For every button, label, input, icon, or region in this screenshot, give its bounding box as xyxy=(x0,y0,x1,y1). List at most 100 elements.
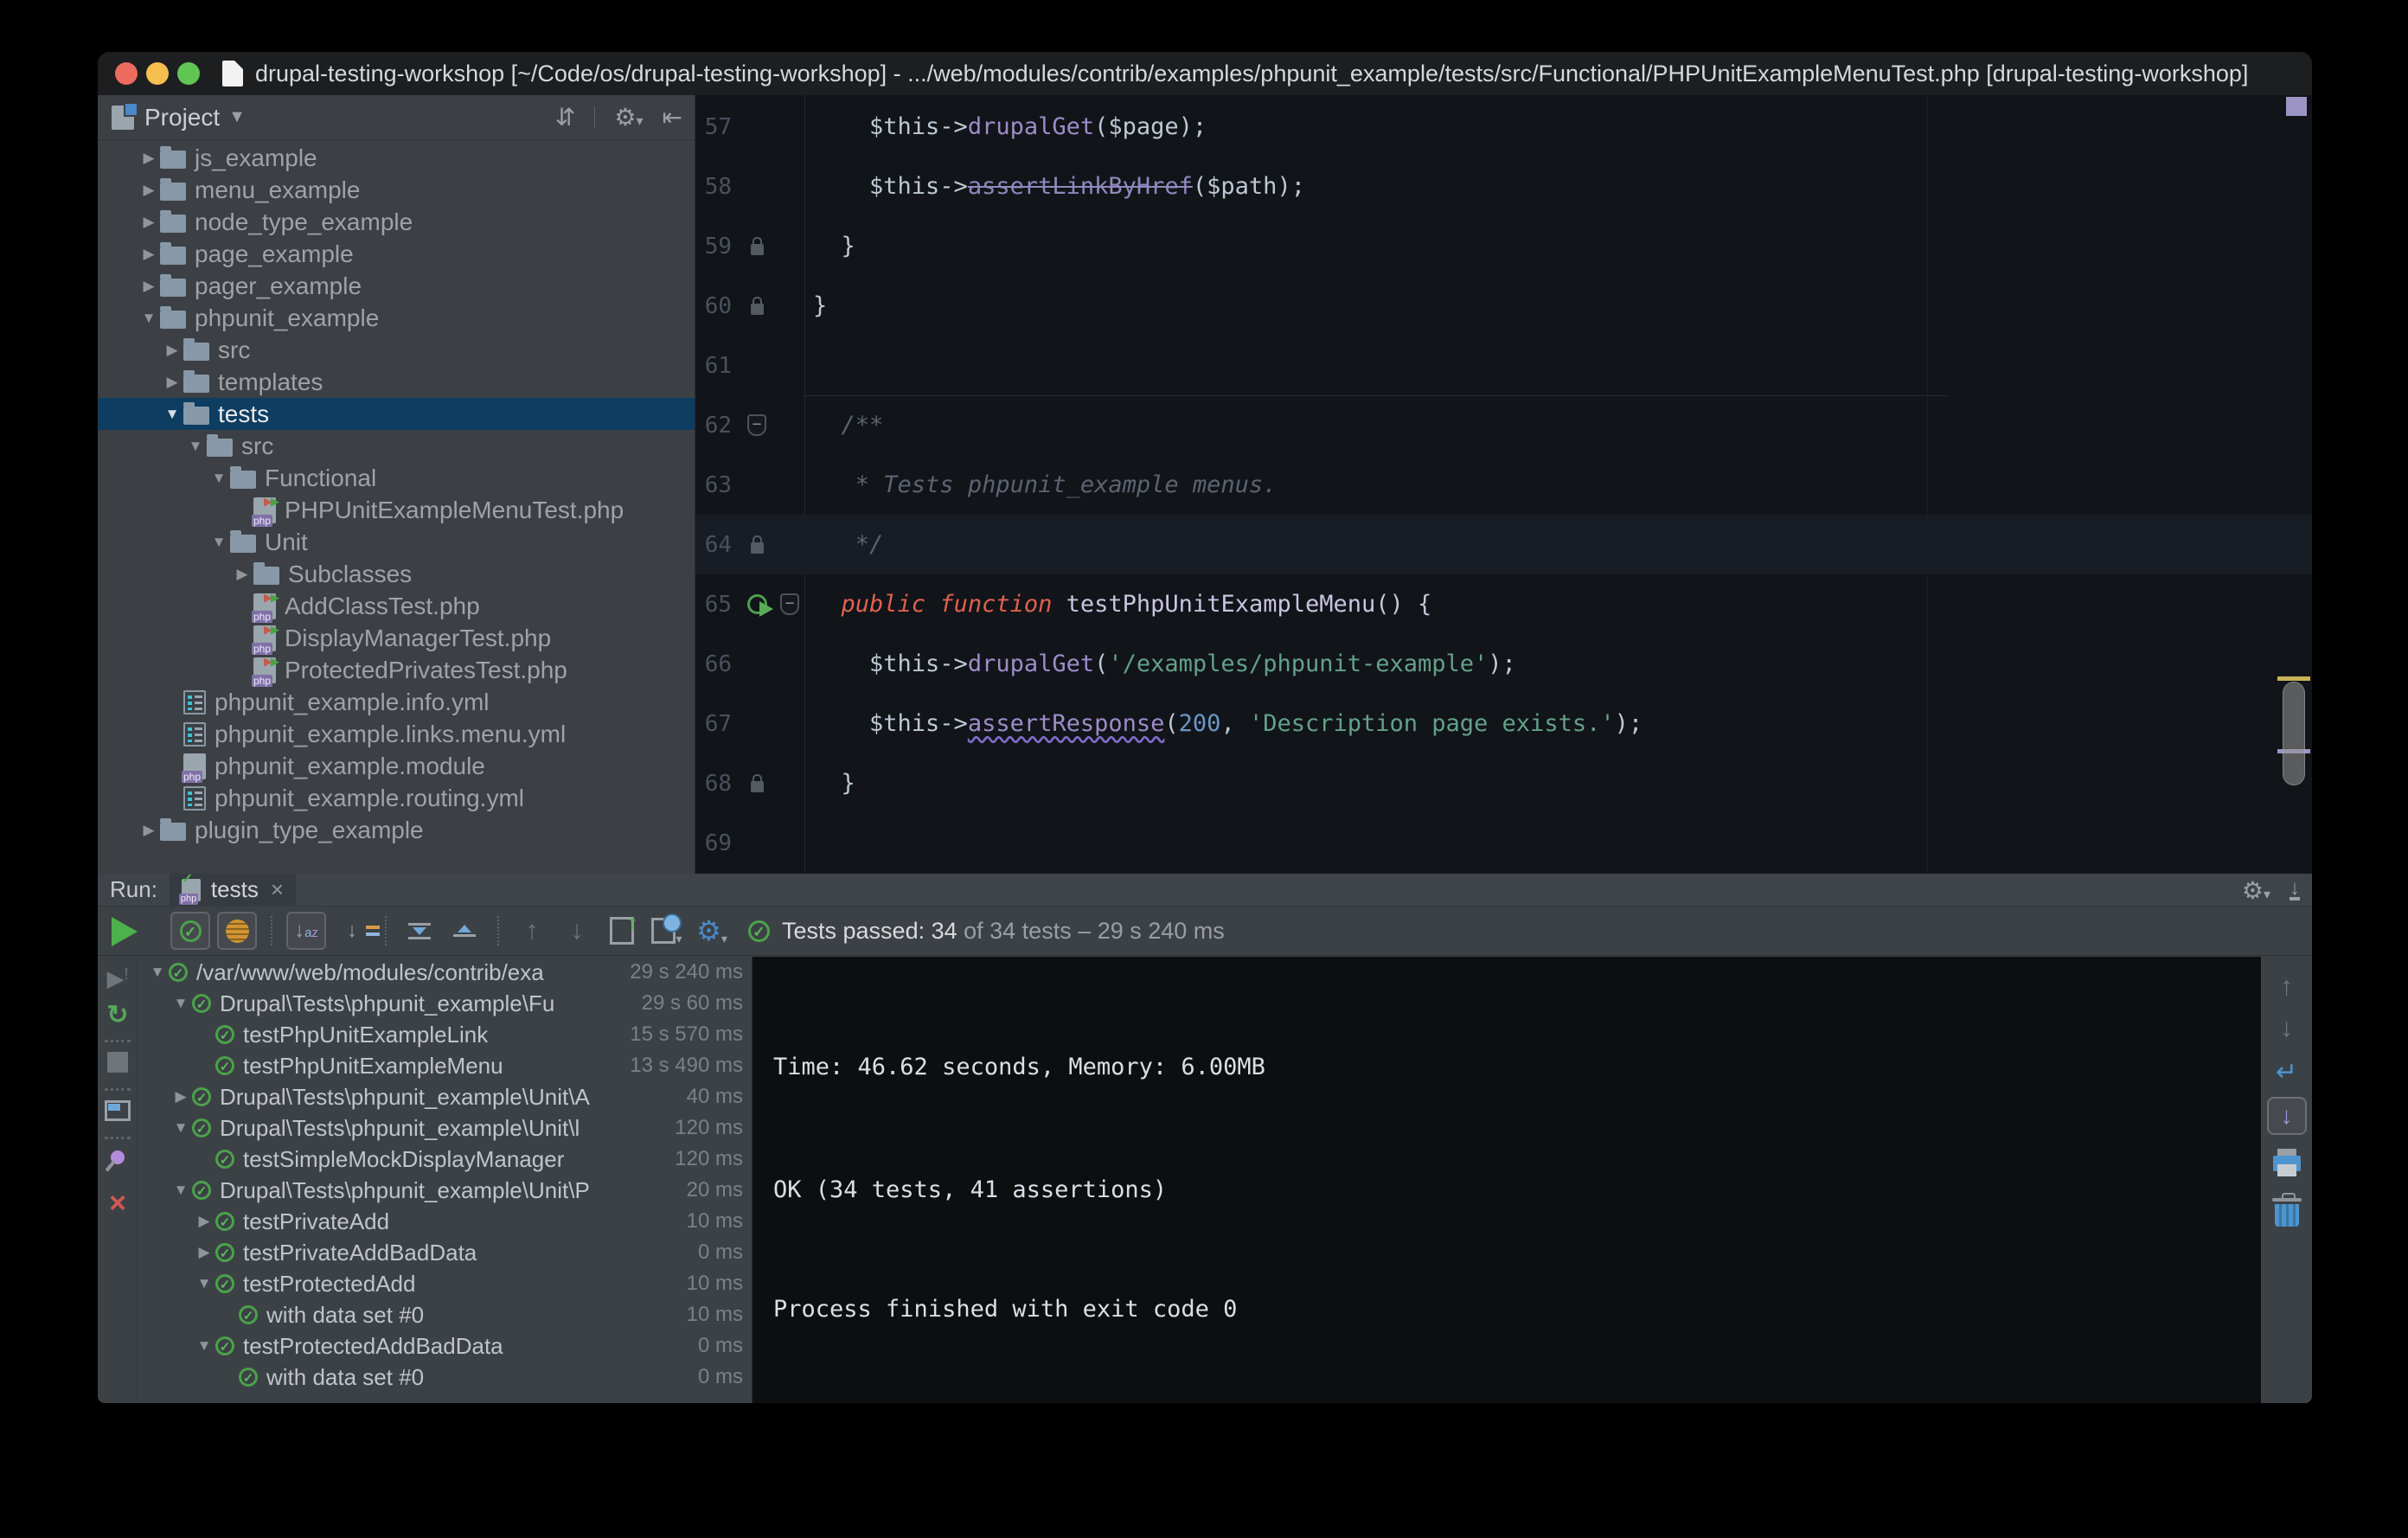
test-tree-item[interactable]: ▶ ✓ Drupal\Tests\phpunit_example\Unit\A 40 … xyxy=(138,1081,752,1112)
project-tree-item-Unit[interactable]: ▼ Unit xyxy=(98,526,695,558)
chevron-collapsed-icon[interactable]: ▶ xyxy=(193,1244,215,1261)
inspection-indicator[interactable] xyxy=(2286,97,2307,116)
chevron-collapsed-icon[interactable]: ▶ xyxy=(138,822,160,839)
code-line-67[interactable]: 67 $this->assertResponse(200, 'Descripti… xyxy=(695,694,2312,753)
soft-wrap-icon[interactable]: ↵ xyxy=(2261,1057,2312,1087)
project-tree-item-phpunit_example.routing.yml[interactable]: phpunit_example.routing.yml xyxy=(98,782,695,814)
project-tree-item-phpunit_example.info.yml[interactable]: phpunit_example.info.yml xyxy=(98,686,695,718)
test-tree-item[interactable]: ▼ ✓ Drupal\Tests\phpunit_example\Unit\l 120… xyxy=(138,1112,752,1144)
chevron-expanded-icon[interactable]: ▼ xyxy=(184,438,207,455)
close-icon[interactable]: × xyxy=(98,1189,138,1218)
test-tree-item[interactable]: ▼ ✓ Drupal\Tests\phpunit_example\Fu 29 s 60… xyxy=(138,988,752,1019)
project-tree-item-page_example[interactable]: ▶ page_example xyxy=(98,238,695,270)
stop-icon[interactable] xyxy=(98,1052,138,1073)
project-tree-item-phpunit_example.links.menu.yml[interactable]: phpunit_example.links.menu.yml xyxy=(98,718,695,750)
settings-icon[interactable]: ⚙▾ xyxy=(614,103,643,131)
chevron-expanded-icon[interactable]: ▼ xyxy=(208,534,230,551)
test-tree-item[interactable]: ✓ testPhpUnitExampleMenu 13 s 490 ms xyxy=(138,1050,752,1081)
chevron-collapsed-icon[interactable]: ▶ xyxy=(138,182,160,199)
code-line-60[interactable]: 60} xyxy=(695,276,2312,336)
hide-run-panel-icon[interactable]: ↓ xyxy=(2290,878,2300,900)
chevron-collapsed-icon[interactable]: ▶ xyxy=(138,214,160,231)
chevron-expanded-icon[interactable]: ▼ xyxy=(146,964,169,981)
project-tree-item-AddClassTest.php[interactable]: AddClassTest.php xyxy=(98,590,695,623)
run-with-coverage-icon[interactable]: ▾ xyxy=(648,912,686,950)
chevron-down-icon[interactable]: ▼ xyxy=(228,107,246,127)
previous-occurrence-icon[interactable]: ↑ xyxy=(513,912,551,950)
project-tree-item-src[interactable]: ▼ src xyxy=(98,430,695,462)
chevron-collapsed-icon[interactable]: ▶ xyxy=(170,1088,192,1105)
chevron-collapsed-icon[interactable]: ▶ xyxy=(193,1213,215,1230)
project-tree-item-templates[interactable]: ▶ templates xyxy=(98,366,695,398)
test-tree-item[interactable]: ▼ ✓ Drupal\Tests\phpunit_example\Unit\P 20 … xyxy=(138,1175,752,1206)
locate-file-icon[interactable]: ⇵ xyxy=(555,103,575,131)
project-tree-item-DisplayManagerTest.php[interactable]: DisplayManagerTest.php xyxy=(98,622,695,655)
chevron-expanded-icon[interactable]: ▼ xyxy=(208,470,230,487)
hide-panel-icon[interactable]: ⇤ xyxy=(663,103,682,131)
project-tree-item-js_example[interactable]: ▶ js_example xyxy=(98,142,695,174)
fold-marker-icon[interactable]: − xyxy=(780,593,799,615)
test-tree-item[interactable]: ▼ ✓ testProtectedAddBadData 0 ms xyxy=(138,1330,752,1362)
project-tree-item-phpunit_example[interactable]: ▼ phpunit_example xyxy=(98,302,695,334)
test-tree-item[interactable]: ✓ testSimpleMockDisplayManager 120 ms xyxy=(138,1144,752,1175)
code-line-64[interactable]: 64 */ xyxy=(695,515,2312,574)
project-tree-item-menu_example[interactable]: ▶ menu_example xyxy=(98,174,695,206)
code-line-61[interactable]: 61 xyxy=(695,336,2312,395)
code-line-65[interactable]: 65 − public function testPhpUnitExampleMe… xyxy=(695,574,2312,634)
code-line-66[interactable]: 66 $this->drupalGet('/examples/phpunit-e… xyxy=(695,634,2312,694)
chevron-collapsed-icon[interactable]: ▶ xyxy=(138,150,160,167)
run-test-gutter-icon[interactable] xyxy=(746,594,773,617)
chevron-expanded-icon[interactable]: ▼ xyxy=(170,995,192,1012)
rerun-icon[interactable]: ↻ xyxy=(98,1000,138,1030)
code-line-58[interactable]: 58 $this->assertLinkByHref($path); xyxy=(695,157,2312,216)
test-tree-item[interactable]: ✓ testPhpUnitExampleLink 15 s 570 ms xyxy=(138,1019,752,1050)
test-tree-item[interactable]: ▼ ✓ testProtectedAdd 10 ms xyxy=(138,1268,752,1299)
project-tree-item-node_type_example[interactable]: ▶ node_type_example xyxy=(98,206,695,238)
expand-all-icon[interactable] xyxy=(400,912,439,950)
code-line-62[interactable]: 62− /** xyxy=(695,395,2312,455)
test-tree-item[interactable]: ▶ ✓ testPrivateAdd 10 ms xyxy=(138,1206,752,1237)
project-tree-item-Subclasses[interactable]: ▶ Subclasses xyxy=(98,558,695,590)
project-title[interactable]: Project xyxy=(144,104,220,131)
test-tree-item[interactable]: ✓ with data set #0 0 ms xyxy=(138,1362,752,1393)
warning-stripe-mark[interactable] xyxy=(2277,676,2310,681)
code-line-57[interactable]: 57 $this->drupalGet($page); xyxy=(695,97,2312,157)
close-window-icon[interactable] xyxy=(115,62,138,85)
project-tree-item-plugin_type_example[interactable]: ▶ plugin_type_example xyxy=(98,814,695,846)
code-line-63[interactable]: 63 * Tests phpunit_example menus. xyxy=(695,455,2312,515)
collapse-all-icon[interactable] xyxy=(445,912,484,950)
chevron-collapsed-icon[interactable]: ▶ xyxy=(138,278,160,295)
project-tree-item-tests[interactable]: ▼ tests xyxy=(98,398,695,430)
code-line-68[interactable]: 68 } xyxy=(695,753,2312,813)
code-line-69[interactable]: 69 xyxy=(695,813,2312,873)
chevron-expanded-icon[interactable]: ▼ xyxy=(170,1119,192,1137)
test-settings-gear-icon[interactable]: ⚙ ▾ xyxy=(693,912,731,950)
test-tree-item[interactable]: ▶ ✓ testPrivateAddBadData 0 ms xyxy=(138,1237,752,1268)
print-icon[interactable] xyxy=(2261,1149,2312,1176)
project-tree-item-ProtectedPrivatesTest.php[interactable]: ProtectedPrivatesTest.php xyxy=(98,654,695,687)
minimize-window-icon[interactable] xyxy=(146,62,169,85)
show-ignored-icon[interactable] xyxy=(217,912,257,950)
scroll-to-end-icon[interactable]: ↓ xyxy=(2261,1097,2312,1135)
editor-scrollbar[interactable] xyxy=(2283,682,2305,785)
chevron-collapsed-icon[interactable]: ▶ xyxy=(231,566,253,583)
up-stacktrace-icon[interactable]: ↑ xyxy=(2261,972,2312,1002)
show-passed-icon[interactable]: ✓ xyxy=(170,912,210,950)
chevron-expanded-icon[interactable]: ▼ xyxy=(193,1337,215,1355)
chevron-collapsed-icon[interactable]: ▶ xyxy=(161,342,183,359)
code-editor[interactable]: 57 $this->drupalGet($page); 58 $this->ass… xyxy=(695,95,2312,874)
test-tree-item[interactable]: ▼ ✓ /var/www/web/modules/contrib/exa 29 s 2… xyxy=(138,957,752,988)
close-tab-icon[interactable]: × xyxy=(271,876,284,903)
rerun-failed-tests-icon[interactable]: ▶! xyxy=(98,965,138,992)
project-tree-item-src[interactable]: ▶ src xyxy=(98,334,695,366)
title-bar[interactable]: drupal-testing-workshop [~/Code/os/drupa… xyxy=(98,52,2312,95)
import-test-results-icon[interactable] xyxy=(603,909,641,950)
test-console[interactable]: Time: 46.62 seconds, Memory: 6.00MB OK (3… xyxy=(752,957,2261,1403)
chevron-expanded-icon[interactable]: ▼ xyxy=(170,1182,192,1199)
run-settings-gear-icon[interactable]: ⚙▾ xyxy=(2242,876,2270,905)
project-tree-item-Functional[interactable]: ▼ Functional xyxy=(98,462,695,494)
rerun-tests-icon[interactable] xyxy=(112,917,138,946)
sort-by-duration-icon[interactable]: ↓ xyxy=(333,912,380,950)
zoom-window-icon[interactable] xyxy=(177,62,200,85)
test-tree-item[interactable]: ✓ with data set #0 10 ms xyxy=(138,1299,752,1330)
